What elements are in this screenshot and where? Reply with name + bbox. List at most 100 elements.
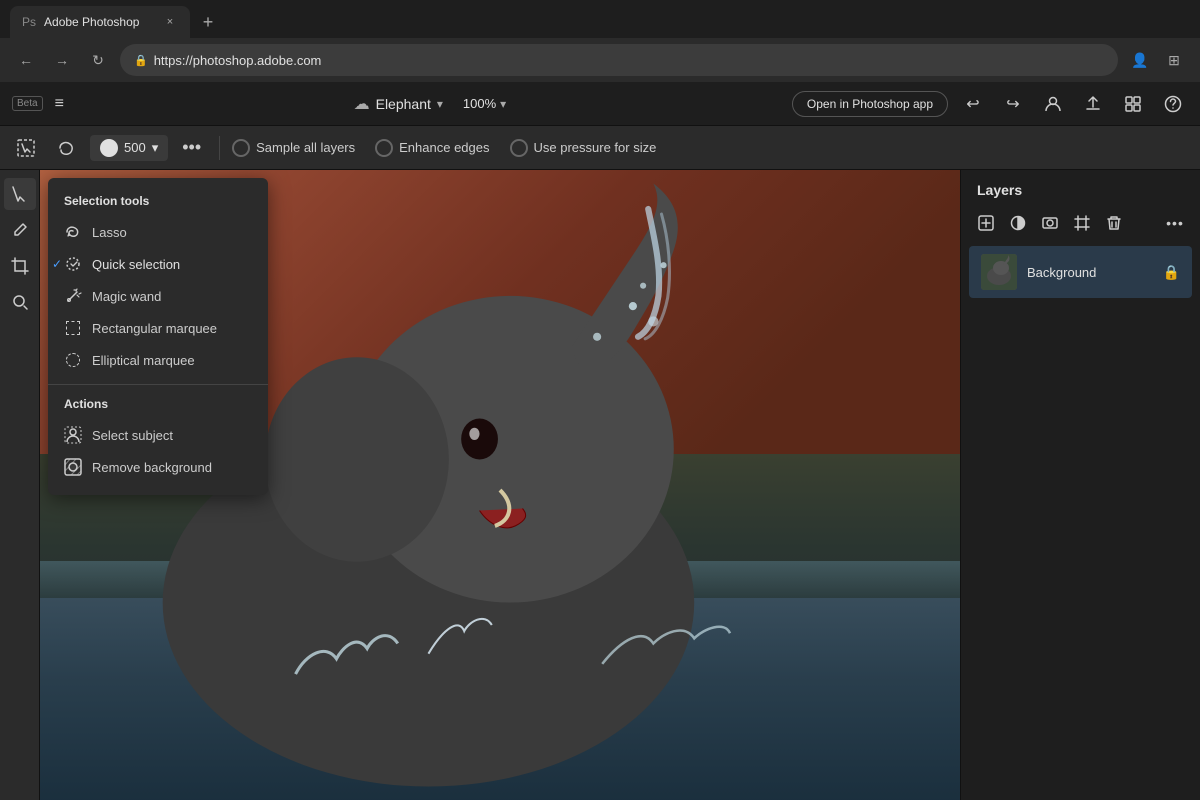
help-button[interactable] bbox=[1158, 89, 1188, 119]
plugins-icon bbox=[1124, 95, 1142, 113]
url-text: https://photoshop.adobe.com bbox=[154, 53, 322, 68]
brush-tool-button[interactable] bbox=[4, 214, 36, 246]
toolbar: 500 ▾ ••• Sample all layers Enhance edge… bbox=[0, 126, 1200, 170]
object-selection-icon bbox=[16, 138, 36, 158]
back-button[interactable]: ← bbox=[12, 46, 40, 74]
canvas-area[interactable]: Selection tools Lasso ✓ bbox=[40, 170, 960, 800]
address-bar-row: ← → ↻ 🔒 https://photoshop.adobe.com 👤 ⊞ bbox=[0, 38, 1200, 82]
artboard-icon bbox=[1074, 215, 1090, 231]
main-area: Selection tools Lasso ✓ bbox=[0, 170, 1200, 800]
ellipse-marquee-item[interactable]: Elliptical marquee bbox=[48, 344, 268, 376]
selection-tools-dropdown: Selection tools Lasso ✓ bbox=[48, 178, 268, 495]
browser-chrome: Ps Adobe Photoshop × + ← → ↻ 🔒 https://p… bbox=[0, 0, 1200, 82]
app-header: Beta ≡ ☁ Elephant ▾ 100% ▾ Open in Photo… bbox=[0, 82, 1200, 126]
zoom-tool-button[interactable] bbox=[4, 286, 36, 318]
add-layer-icon bbox=[978, 215, 994, 231]
filename-chevron-icon: ▾ bbox=[437, 97, 443, 111]
layer-lock-icon: 🔒 bbox=[1163, 264, 1180, 281]
brush-icon bbox=[11, 221, 29, 239]
extensions-btn[interactable]: ⊞ bbox=[1160, 46, 1188, 74]
select-subject-label: Select subject bbox=[92, 428, 173, 443]
forward-button[interactable]: → bbox=[48, 46, 76, 74]
delete-layer-button[interactable] bbox=[1101, 210, 1127, 236]
lasso-tool-item[interactable]: Lasso bbox=[48, 216, 268, 248]
pressure-size-toggle[interactable] bbox=[510, 139, 528, 157]
magic-wand-icon bbox=[64, 287, 82, 305]
profile-btn[interactable]: 👤 bbox=[1126, 46, 1154, 74]
brush-dot bbox=[100, 139, 118, 157]
more-layers-button[interactable]: ••• bbox=[1162, 210, 1188, 236]
actions-title: Actions bbox=[48, 393, 268, 419]
layer-thumbnail bbox=[981, 254, 1017, 290]
rect-marquee-item[interactable]: Rectangular marquee bbox=[48, 312, 268, 344]
select-subject-icon bbox=[64, 426, 82, 444]
selection-tool-button[interactable] bbox=[4, 178, 36, 210]
more-options-button[interactable]: ••• bbox=[176, 133, 207, 162]
quick-selection-item[interactable]: ✓ Quick selection bbox=[48, 248, 268, 280]
enhance-edges-toggle[interactable] bbox=[375, 139, 393, 157]
background-layer-item[interactable]: Background 🔒 bbox=[969, 246, 1192, 298]
ellipse-marquee-label: Elliptical marquee bbox=[92, 353, 195, 368]
left-sidebar bbox=[0, 170, 40, 800]
tab-bar: Ps Adobe Photoshop × + bbox=[0, 0, 1200, 38]
new-tab-button[interactable]: + bbox=[194, 8, 222, 36]
toolbar-separator bbox=[219, 136, 220, 160]
remove-background-item[interactable]: Remove background bbox=[48, 451, 268, 483]
address-input[interactable]: 🔒 https://photoshop.adobe.com bbox=[120, 44, 1118, 76]
sample-all-layers-option[interactable]: Sample all layers bbox=[232, 139, 355, 157]
zoom-area[interactable]: 100% ▾ bbox=[463, 96, 506, 111]
ellipse-marquee-icon bbox=[64, 351, 82, 369]
dropdown-divider bbox=[48, 384, 268, 385]
layer-thumb-svg bbox=[981, 254, 1017, 290]
refresh-button[interactable]: ↻ bbox=[84, 46, 112, 74]
adjustment-layer-button[interactable] bbox=[1005, 210, 1031, 236]
selection-icon bbox=[11, 185, 29, 203]
file-name-area[interactable]: ☁ Elephant ▾ bbox=[354, 94, 443, 114]
undo-button[interactable]: ↩ bbox=[958, 89, 988, 119]
plugins-button[interactable] bbox=[1118, 89, 1148, 119]
canvas-image: Selection tools Lasso ✓ bbox=[40, 170, 960, 800]
share-icon bbox=[1084, 95, 1102, 113]
lasso-label: Lasso bbox=[92, 225, 127, 240]
zoom-chevron-icon: ▾ bbox=[500, 97, 506, 111]
quick-selection-icon bbox=[64, 255, 82, 273]
selection-tools-title: Selection tools bbox=[48, 190, 268, 216]
photoshop-favicon: Ps bbox=[22, 15, 36, 29]
zoom-icon bbox=[11, 293, 29, 311]
lasso-tool-button[interactable] bbox=[50, 132, 82, 164]
panel-actions-row: ••• bbox=[961, 210, 1200, 246]
open-in-photoshop-button[interactable]: Open in Photoshop app bbox=[792, 91, 948, 117]
sample-all-layers-label: Sample all layers bbox=[256, 140, 355, 155]
enhance-edges-option[interactable]: Enhance edges bbox=[375, 139, 489, 157]
share-button[interactable] bbox=[1078, 89, 1108, 119]
magic-wand-item[interactable]: Magic wand bbox=[48, 280, 268, 312]
mask-icon bbox=[1042, 215, 1058, 231]
file-name: Elephant bbox=[376, 96, 431, 112]
layers-panel: Layers bbox=[960, 170, 1200, 800]
select-subject-item[interactable]: Select subject bbox=[48, 419, 268, 451]
active-tab[interactable]: Ps Adobe Photoshop × bbox=[10, 6, 190, 38]
cloud-icon: ☁ bbox=[354, 94, 370, 114]
object-selection-tool-button[interactable] bbox=[10, 132, 42, 164]
pressure-size-label: Use pressure for size bbox=[534, 140, 657, 155]
tab-title: Adobe Photoshop bbox=[44, 15, 154, 29]
check-mark-icon: ✓ bbox=[52, 257, 62, 271]
pressure-size-option[interactable]: Use pressure for size bbox=[510, 139, 657, 157]
brush-size-button[interactable]: 500 ▾ bbox=[90, 135, 168, 161]
sample-all-layers-toggle[interactable] bbox=[232, 139, 250, 157]
brush-size-chevron-icon: ▾ bbox=[152, 140, 159, 156]
crop-icon bbox=[11, 257, 29, 275]
artboard-button[interactable] bbox=[1069, 210, 1095, 236]
beta-label: Beta bbox=[12, 96, 43, 111]
quick-selection-label: Quick selection bbox=[92, 257, 180, 272]
add-layer-button[interactable] bbox=[973, 210, 999, 236]
layer-mask-button[interactable] bbox=[1037, 210, 1063, 236]
tab-close-button[interactable]: × bbox=[162, 14, 178, 30]
header-right: Open in Photoshop app ↩ ↪ bbox=[792, 89, 1188, 119]
hamburger-button[interactable]: ≡ bbox=[51, 91, 68, 117]
redo-button[interactable]: ↪ bbox=[998, 89, 1028, 119]
crop-tool-button[interactable] bbox=[4, 250, 36, 282]
brush-size-value: 500 bbox=[124, 140, 146, 155]
rect-marquee-icon bbox=[64, 319, 82, 337]
account-button[interactable] bbox=[1038, 89, 1068, 119]
